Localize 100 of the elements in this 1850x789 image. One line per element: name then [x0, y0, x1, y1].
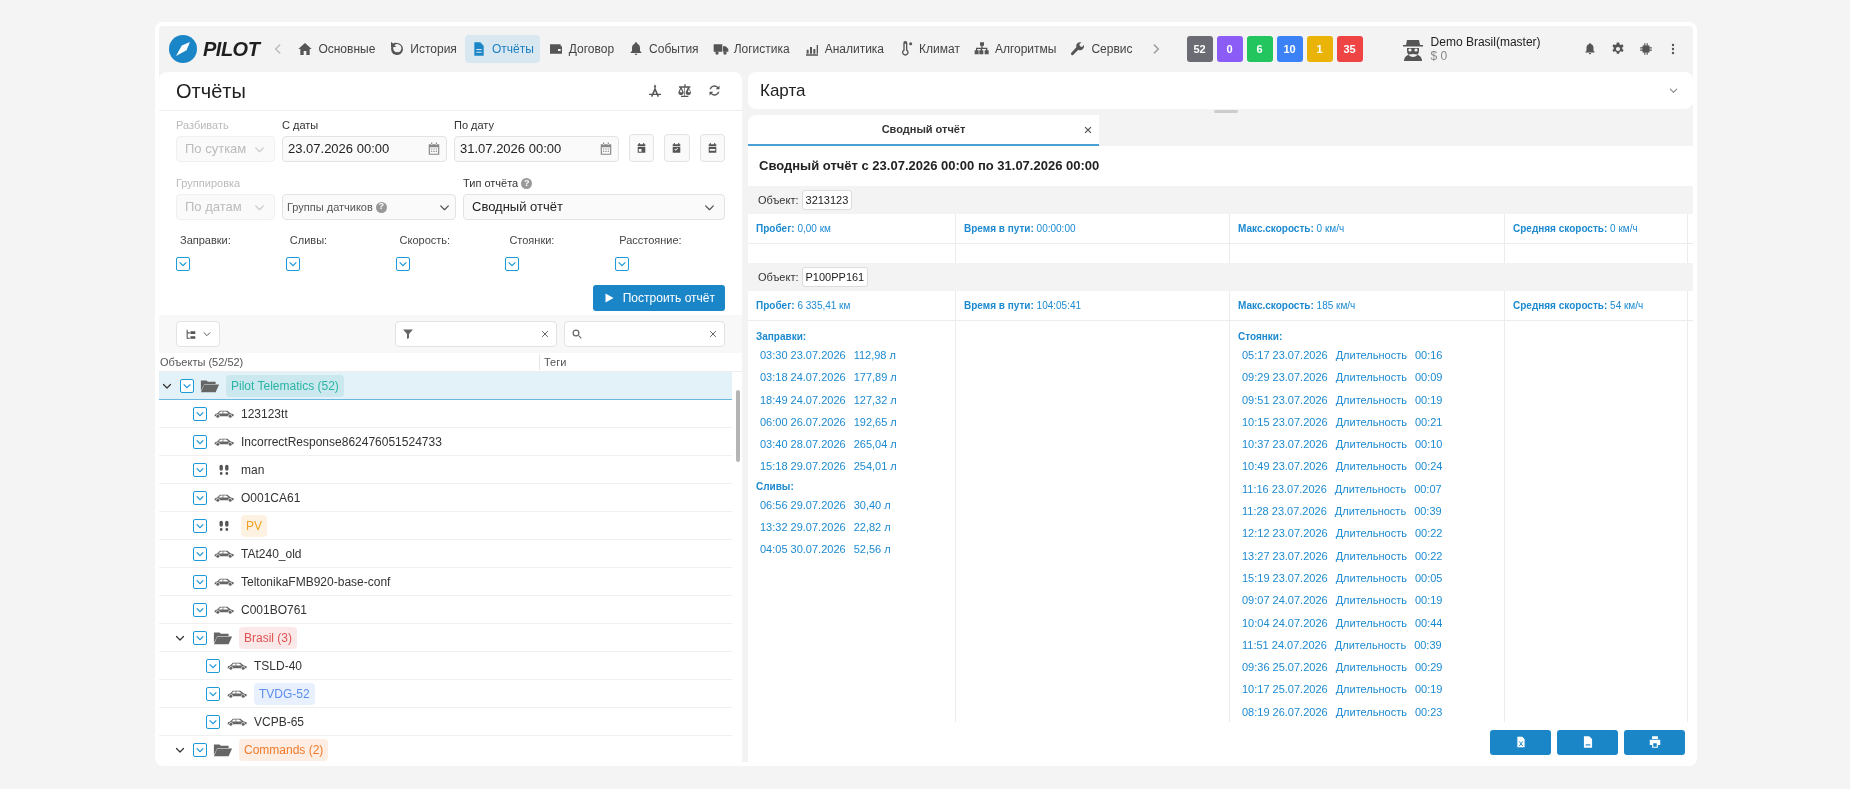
car-icon [213, 408, 235, 419]
tree-row[interactable]: TSLD-40 [159, 652, 732, 680]
pdf-button[interactable] [1557, 729, 1618, 755]
column-header[interactable]: Объекты (52/52) [159, 353, 540, 371]
entry-text: Длительность [1335, 437, 1407, 453]
close-icon[interactable] [1083, 124, 1093, 135]
entry-text: 09:36 25.07.2026 [1242, 660, 1328, 676]
checkbox[interactable] [193, 490, 207, 505]
section-title: Стоянки: [1238, 331, 1284, 343]
entry-text: 127,32 л [853, 392, 897, 408]
tree-row[interactable]: TeltonikaFMB920-base-conf [159, 568, 732, 596]
search-field[interactable] [564, 321, 725, 347]
nav-tab[interactable]: Аналитика [797, 35, 891, 63]
entry-text: 08:19 26.07.2026 [1242, 704, 1328, 720]
checkbox[interactable] [193, 518, 207, 533]
entry-text: 192,65 л [853, 414, 897, 430]
nav-tab[interactable]: Отчёты [464, 35, 540, 63]
tree-row[interactable]: IncorrectResponse862476051524733 [159, 428, 732, 456]
checkbox[interactable] [615, 256, 630, 271]
column-header[interactable]: Теги [540, 353, 567, 371]
refresh-icon[interactable] [707, 83, 722, 98]
scrollbar[interactable] [736, 390, 740, 462]
bell-icon[interactable] [1583, 42, 1597, 56]
entry-text: 112,98 л [853, 348, 896, 363]
entry-text: 03:40 28.07.2026 [760, 437, 846, 453]
checkbox[interactable] [505, 256, 520, 271]
checkbox[interactable] [193, 574, 207, 589]
entry-text: Длительность [1335, 370, 1407, 386]
counter-badge[interactable]: 0 [1216, 36, 1243, 62]
checkbox[interactable] [193, 406, 207, 421]
compass-icon[interactable] [647, 83, 663, 99]
printer-button[interactable] [1624, 729, 1685, 755]
build-report-button[interactable]: Построить отчёт [592, 284, 725, 311]
user-name: Demo Brasil(master) [1430, 35, 1541, 49]
grouping-button[interactable] [176, 321, 220, 347]
stat-text: Средняя скорость: 0 км/ч [1513, 222, 1638, 236]
chip-icon[interactable] [1639, 42, 1653, 56]
checkbox[interactable] [176, 256, 190, 271]
entry-text: Длительность [1335, 459, 1407, 475]
tree-row[interactable]: O001CA61 [159, 484, 732, 512]
nav-tab[interactable]: Алгоритмы [967, 35, 1063, 63]
excel-button[interactable] [1490, 729, 1551, 755]
checkbox[interactable] [193, 602, 207, 617]
nav-tab[interactable]: События [622, 35, 705, 63]
section-title: Сливы: [756, 480, 795, 493]
entry-text: Длительность [1335, 704, 1407, 720]
counter-badge[interactable]: 52 [1186, 36, 1213, 62]
calendar-button[interactable] [699, 134, 725, 162]
tag: TVDG-52 [254, 682, 315, 705]
entry-text: 10:04 24.07.2026 [1242, 615, 1328, 631]
field-label: Группировка [176, 177, 242, 190]
panel-title: Отчёты [176, 79, 246, 104]
checkbox[interactable] [395, 256, 410, 271]
entry-text: 04:05 30.07.2026 [760, 542, 846, 558]
counter-badge[interactable]: 10 [1276, 36, 1303, 62]
tree-row[interactable]: VCPB-65 [159, 708, 732, 736]
object-name: O001CA61 [241, 489, 301, 507]
tag: Pilot Telematics (52) [226, 374, 344, 397]
checkbox[interactable] [193, 742, 207, 757]
settings-icon[interactable] [1611, 42, 1625, 56]
entry-text: 11:16 23.07.2026 [1242, 481, 1327, 497]
calendar-button[interactable] [664, 134, 690, 162]
nav-tab[interactable]: Основные [291, 35, 382, 63]
tree-row[interactable]: C001BO761 [159, 596, 732, 624]
checkbox[interactable] [193, 630, 207, 645]
checkbox[interactable] [193, 546, 207, 561]
entry-text: 11:28 23.07.2026 [1242, 504, 1327, 520]
checkbox[interactable] [193, 434, 207, 449]
field-label: Разбивать [176, 119, 230, 132]
counter-badge[interactable]: 35 [1336, 36, 1363, 62]
checkbox[interactable] [285, 256, 300, 271]
checkbox[interactable] [206, 658, 220, 673]
scales-icon[interactable] [677, 83, 693, 99]
tree-row[interactable]: 123123tt [159, 400, 732, 428]
filter-field[interactable] [395, 321, 557, 347]
object-name: IncorrectResponse862476051524733 [241, 433, 442, 451]
date-field[interactable]: 23.07.2026 00:00 [282, 136, 447, 162]
nav-tab[interactable]: История [383, 35, 463, 63]
date-field[interactable]: 31.07.2026 00:00 [454, 136, 619, 162]
tree-row[interactable]: man [159, 456, 732, 484]
sensor-groups-select[interactable]: Группы датчиков ? [282, 194, 456, 220]
nav-tab[interactable]: Договор [541, 35, 621, 63]
logo-icon [169, 35, 197, 63]
calendar-button[interactable] [629, 134, 655, 162]
placeholder: Группы датчиков [287, 199, 373, 215]
select-field[interactable]: Сводный отчёт [463, 194, 725, 220]
nav-tab[interactable]: Сервис [1064, 35, 1139, 63]
resize-handle[interactable] [1214, 110, 1238, 113]
checkbox[interactable] [206, 714, 220, 729]
entry-text: 254,01 л [853, 459, 897, 475]
entry-text: 10:37 23.07.2026 [1242, 437, 1328, 453]
checkbox[interactable] [206, 686, 220, 701]
tree-row[interactable]: TAt240_old [159, 540, 732, 568]
report-tab[interactable]: Сводный отчёт [748, 115, 1099, 146]
circular-arrow-icon [389, 41, 406, 57]
checkbox[interactable] [193, 462, 207, 477]
entry-text: 10:15 23.07.2026 [1242, 414, 1328, 430]
checkbox[interactable] [180, 378, 194, 393]
nav-tab[interactable]: Климат [892, 35, 966, 63]
nav-tab[interactable]: Логистика [706, 35, 796, 63]
